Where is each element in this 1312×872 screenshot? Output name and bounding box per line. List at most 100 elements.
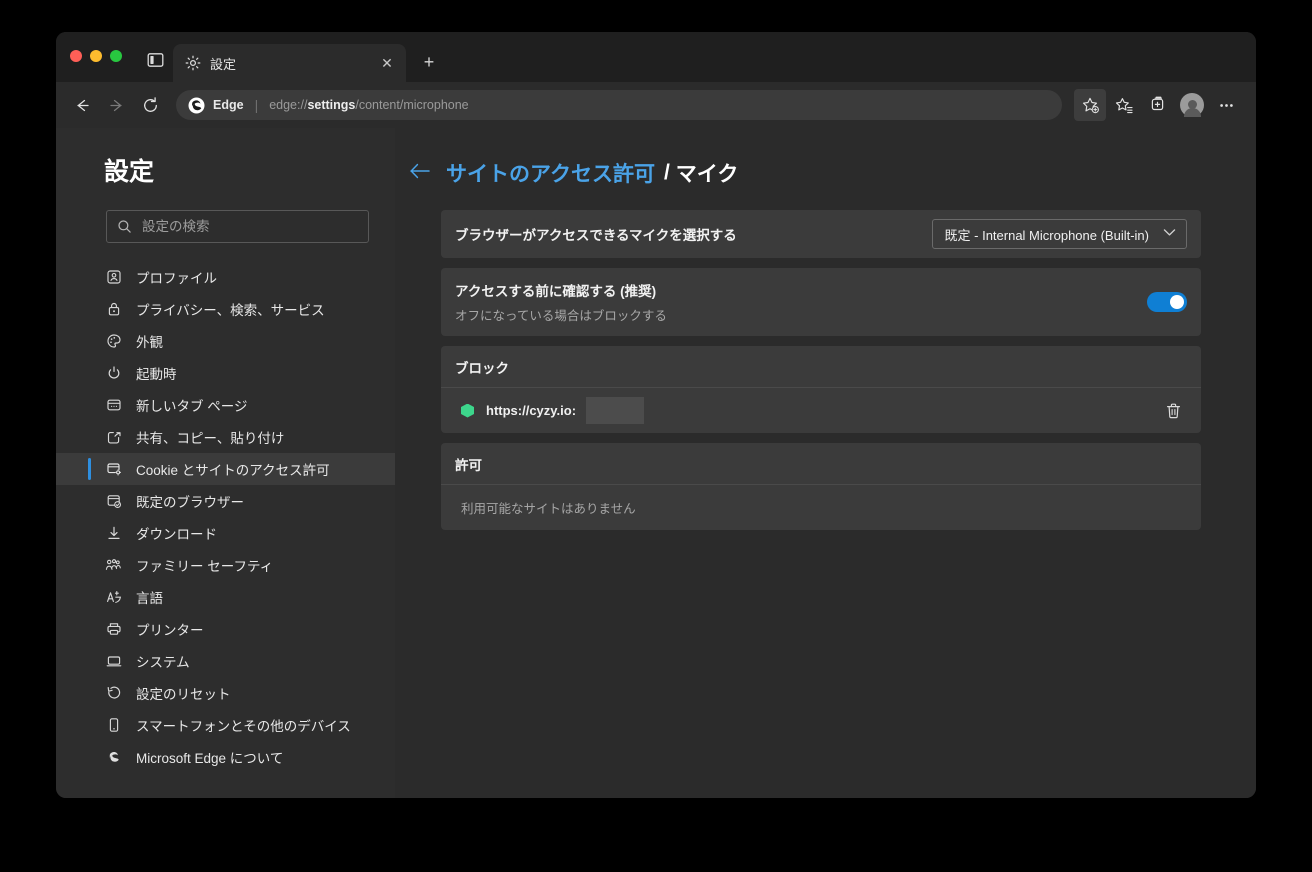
palette-icon <box>105 333 122 350</box>
microphone-device-value: 既定 - Internal Microphone (Built-in) <box>944 227 1149 243</box>
edge-brand-label: Edge <box>213 98 244 112</box>
url-bold-segment: settings <box>307 98 356 112</box>
edge-logo-icon <box>188 97 205 114</box>
close-icon[interactable]: ✕ <box>376 52 398 74</box>
download-icon <box>105 525 122 542</box>
sidebar-item-label: プロファイル <box>136 271 217 286</box>
sidebar-item-appearance[interactable]: 外観 <box>56 325 395 357</box>
trash-icon[interactable] <box>1159 397 1187 425</box>
sidebar-item-phone-and-other-devices[interactable]: スマートフォンとその他のデバイス <box>56 709 395 741</box>
chevron-down-icon <box>1163 228 1176 240</box>
system-icon <box>105 653 122 670</box>
sidebar-item-label: 新しいタブ ページ <box>136 399 248 414</box>
search-box[interactable] <box>106 210 369 243</box>
avatar-icon <box>1180 93 1204 117</box>
browser-window: 設定 ✕ + Edge | edge://settings/content/mi… <box>56 32 1256 798</box>
cookie-permissions-icon <box>105 461 122 478</box>
ask-before-access-texts: アクセスする前に確認する (推奨) オフになっている場合はブロックする <box>455 280 667 324</box>
sidebar-item-about-microsoft-edge[interactable]: Microsoft Edge について <box>56 741 395 773</box>
share-icon <box>105 429 122 446</box>
panel-left-icon[interactable] <box>140 46 170 74</box>
settings-sidebar: 設定 設定の検索 プロファイル プライバシー、検索、サービス 外観 起動時 新し… <box>56 128 395 798</box>
address-separator: | <box>254 97 259 113</box>
sidebar-item-label: システム <box>136 655 190 670</box>
sidebar-item-label: Microsoft Edge について <box>136 751 284 766</box>
sidebar-item-label: プリンター <box>136 623 204 638</box>
breadcrumb-current: マイク <box>675 163 739 186</box>
back-button[interactable] <box>66 89 98 121</box>
sidebar-nav-list: プロファイル プライバシー、検索、サービス 外観 起動時 新しいタブ ページ 共… <box>56 261 395 773</box>
ask-before-access-sublabel: オフになっている場合はブロックする <box>455 309 667 323</box>
sidebar-item-privacy[interactable]: プライバシー、検索、サービス <box>56 293 395 325</box>
sidebar-item-system[interactable]: システム <box>56 645 395 677</box>
avatar[interactable] <box>1176 89 1208 121</box>
gear-icon <box>185 55 201 71</box>
sidebar-item-share-copy-paste[interactable]: 共有、コピー、貼り付け <box>56 421 395 453</box>
sidebar-item-label: 既定のブラウザー <box>136 495 244 510</box>
page-title: 設定 <box>104 158 155 186</box>
redaction-overlay <box>586 397 645 424</box>
search-input[interactable] <box>142 219 358 234</box>
microphone-device-card: ブラウザーがアクセスできるマイクを選択する 既定 - Internal Micr… <box>441 210 1201 258</box>
ask-before-access-toggle[interactable] <box>1147 292 1187 312</box>
address-bar[interactable]: Edge | edge://settings/content/microphon… <box>176 90 1062 120</box>
ellipsis-icon[interactable] <box>1210 89 1242 121</box>
search-icon <box>117 219 132 234</box>
sidebar-item-reset-settings[interactable]: 設定のリセット <box>56 677 395 709</box>
sidebar-item-languages[interactable]: 言語 <box>56 581 395 613</box>
sidebar-item-startup[interactable]: 起動時 <box>56 357 395 389</box>
favorites-star-list-icon[interactable] <box>1108 89 1140 121</box>
forward-button[interactable] <box>100 89 132 121</box>
microphone-device-select[interactable]: 既定 - Internal Microphone (Built-in) <box>931 219 1187 249</box>
site-url: https://cyzy.io: <box>486 403 577 418</box>
printer-icon <box>105 621 122 638</box>
tab-title: 設定 <box>210 56 237 72</box>
table-row[interactable]: https://cyzy.io: <box>441 388 1201 433</box>
sidebar-item-default-browser[interactable]: 既定のブラウザー <box>56 485 395 517</box>
allowed-section-heading: 許可 <box>441 443 1201 485</box>
reload-button[interactable] <box>134 89 166 121</box>
allowed-sites-card: 許可 利用可能なサイトはありません <box>441 443 1201 530</box>
sidebar-item-downloads[interactable]: ダウンロード <box>56 517 395 549</box>
arrow-left-icon[interactable] <box>409 162 431 184</box>
sidebar-item-profile[interactable]: プロファイル <box>56 261 395 293</box>
sidebar-item-label: 共有、コピー、貼り付け <box>136 431 285 446</box>
close-window-button[interactable] <box>70 50 82 62</box>
microphone-device-label: ブラウザーがアクセスできるマイクを選択する <box>455 228 737 243</box>
blocked-section-heading: ブロック <box>441 346 1201 388</box>
blocked-sites-card: ブロック https://cyzy.io: <box>441 346 1201 433</box>
reset-icon <box>105 685 122 702</box>
sidebar-item-label: 設定のリセット <box>136 687 231 702</box>
sidebar-item-label: ファミリー セーフティ <box>136 559 274 574</box>
breadcrumb-parent-link[interactable]: サイトのアクセス許可 <box>446 158 655 188</box>
sidebar-item-label: Cookie とサイトのアクセス許可 <box>136 463 330 478</box>
sidebar-item-cookies-and-site-permissions[interactable]: Cookie とサイトのアクセス許可 <box>56 453 395 485</box>
collections-add-icon[interactable] <box>1142 89 1174 121</box>
minimize-window-button[interactable] <box>90 50 102 62</box>
sidebar-item-family-safety[interactable]: ファミリー セーフティ <box>56 549 395 581</box>
sidebar-item-label: プライバシー、検索、サービス <box>136 303 325 318</box>
browser-toolbar: Edge | edge://settings/content/microphon… <box>56 82 1256 128</box>
url-prefix: edge:// <box>269 98 308 112</box>
language-icon <box>105 589 122 606</box>
edge-logo-icon <box>105 749 122 766</box>
url-suffix: /content/microphone <box>355 98 469 112</box>
sidebar-item-new-tab-page[interactable]: 新しいタブ ページ <box>56 389 395 421</box>
allowed-empty-message: 利用可能なサイトはありません <box>461 502 636 516</box>
ask-before-access-card: アクセスする前に確認する (推奨) オフになっている場合はブロックする <box>441 268 1201 336</box>
sidebar-item-label: ダウンロード <box>136 527 217 542</box>
sidebar-item-label: 言語 <box>136 591 163 606</box>
new-tab-button[interactable]: + <box>416 49 442 75</box>
toggle-knob <box>1170 295 1184 309</box>
url-text: edge://settings/content/microphone <box>269 98 468 112</box>
profile-icon <box>105 269 122 286</box>
green-hexagon-icon <box>461 403 474 418</box>
maximize-window-button[interactable] <box>110 50 122 62</box>
lock-icon <box>105 301 122 318</box>
sidebar-item-printers[interactable]: プリンター <box>56 613 395 645</box>
page-body: 設定 設定の検索 プロファイル プライバシー、検索、サービス 外観 起動時 新し… <box>56 128 1256 798</box>
star-plus-icon[interactable] <box>1074 89 1106 121</box>
tab-settings[interactable]: 設定 ✕ <box>173 44 406 82</box>
breadcrumb: サイトのアクセス許可 / マイク <box>409 158 1208 188</box>
settings-content: サイトのアクセス許可 / マイク ブラウザーがアクセスできるマイクを選択する 既… <box>395 128 1256 798</box>
